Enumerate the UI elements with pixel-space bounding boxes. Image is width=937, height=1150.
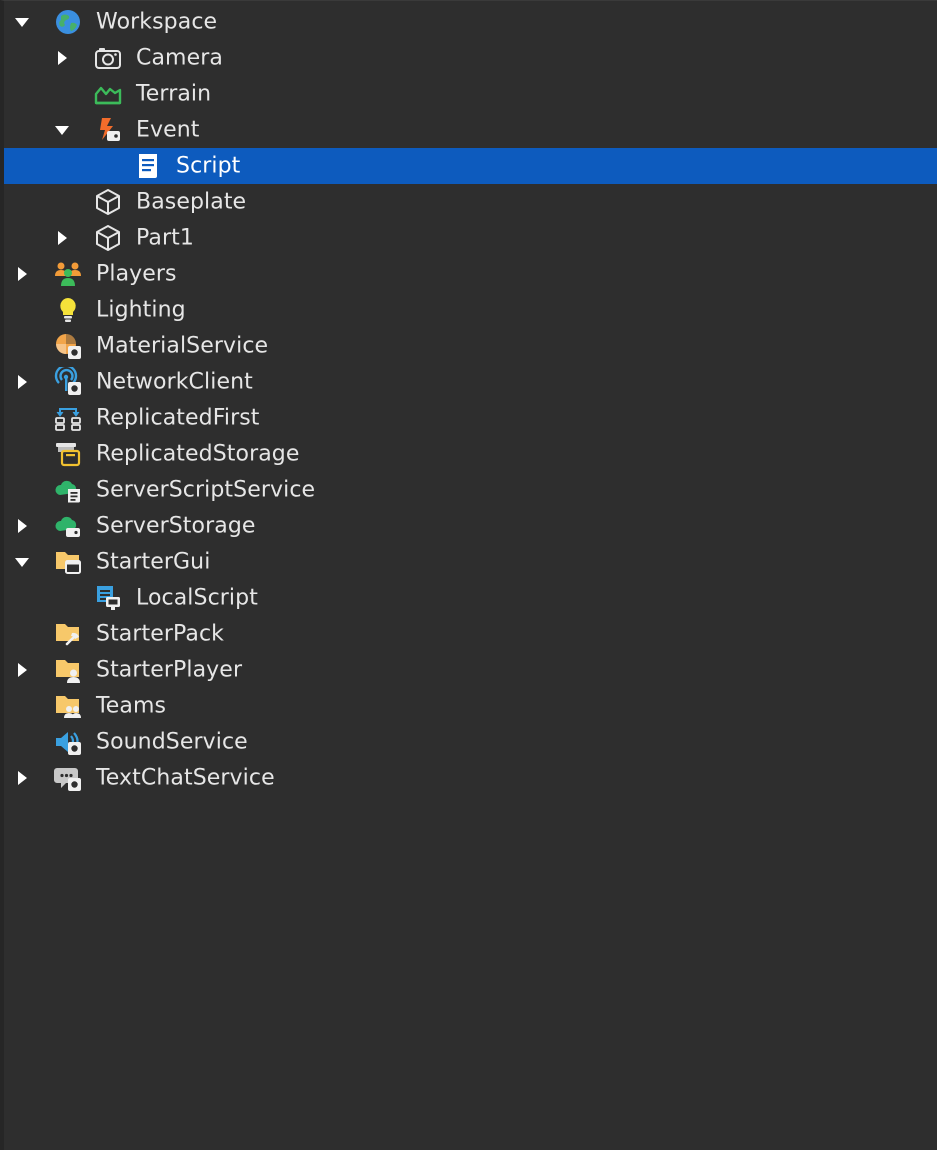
tree-item-label: Event <box>136 117 200 143</box>
tree-row-textchatservice[interactable]: TextChatService <box>4 760 937 796</box>
tree-item-label: Camera <box>136 45 223 71</box>
tree-item-label: Workspace <box>96 9 218 35</box>
tree-item-label: MaterialService <box>96 333 269 359</box>
players-icon <box>53 259 83 289</box>
tree-row-serverscriptservice[interactable]: ServerScriptService <box>4 472 937 508</box>
tree-item-label: Script <box>176 153 241 179</box>
tree-row-lighting[interactable]: Lighting <box>4 292 937 328</box>
tree-item-label: ReplicatedStorage <box>96 441 300 467</box>
terrain-icon <box>93 79 123 109</box>
tree-item-label: StarterPack <box>96 621 225 647</box>
collapse-arrow-icon[interactable] <box>10 10 34 34</box>
lightbulb-icon <box>53 295 83 325</box>
replicated-storage-icon <box>53 439 83 469</box>
tree-row-networkclient[interactable]: NetworkClient <box>4 364 937 400</box>
expand-arrow-icon[interactable] <box>10 514 34 538</box>
tree-row-baseplate[interactable]: Baseplate <box>4 184 937 220</box>
sound-service-icon <box>53 727 83 757</box>
server-script-service-icon <box>53 475 83 505</box>
tree-row-starterplayer[interactable]: StarterPlayer <box>4 652 937 688</box>
tree-row-script[interactable]: Script <box>4 148 937 184</box>
network-client-icon <box>53 367 83 397</box>
tree-row-replicatedfirst[interactable]: ReplicatedFirst <box>4 400 937 436</box>
tree-row-localscript[interactable]: LocalScript <box>4 580 937 616</box>
tree-row-workspace[interactable]: Workspace <box>4 4 937 40</box>
collapse-arrow-icon[interactable] <box>50 118 74 142</box>
starter-player-icon <box>53 655 83 685</box>
tree-item-label: Baseplate <box>136 189 247 215</box>
tree-item-label: Teams <box>96 693 167 719</box>
local-script-icon <box>93 583 123 613</box>
tree-item-label: SoundService <box>96 729 248 755</box>
tree-item-label: ServerScriptService <box>96 477 316 503</box>
tree-row-serverstorage[interactable]: ServerStorage <box>4 508 937 544</box>
tree-row-camera[interactable]: Camera <box>4 40 937 76</box>
tree-item-label: Part1 <box>136 225 194 251</box>
expand-arrow-icon[interactable] <box>10 370 34 394</box>
explorer-tree: Workspace Camera Terrain Event Script Ba… <box>0 0 937 1150</box>
tree-row-players[interactable]: Players <box>4 256 937 292</box>
tree-row-soundservice[interactable]: SoundService <box>4 724 937 760</box>
tree-item-label: StarterPlayer <box>96 657 243 683</box>
part-icon <box>93 223 123 253</box>
tree-item-label: LocalScript <box>136 585 258 611</box>
tree-row-materialservice[interactable]: MaterialService <box>4 328 937 364</box>
starter-pack-icon <box>53 619 83 649</box>
expand-arrow-icon[interactable] <box>10 766 34 790</box>
tree-item-label: Players <box>96 261 177 287</box>
script-icon <box>133 151 163 181</box>
expand-arrow-icon[interactable] <box>50 226 74 250</box>
tree-row-part1[interactable]: Part1 <box>4 220 937 256</box>
tree-row-startergui[interactable]: StarterGui <box>4 544 937 580</box>
tree-row-terrain[interactable]: Terrain <box>4 76 937 112</box>
starter-gui-icon <box>53 547 83 577</box>
camera-icon <box>93 43 123 73</box>
tree-item-label: ReplicatedFirst <box>96 405 260 431</box>
tree-item-label: ServerStorage <box>96 513 256 539</box>
tree-item-label: TextChatService <box>96 765 275 791</box>
expand-arrow-icon[interactable] <box>10 262 34 286</box>
tree-item-label: StarterGui <box>96 549 211 575</box>
tree-item-label: Lighting <box>96 297 186 323</box>
tree-row-teams[interactable]: Teams <box>4 688 937 724</box>
replicated-first-icon <box>53 403 83 433</box>
tree-row-starterpack[interactable]: StarterPack <box>4 616 937 652</box>
event-icon <box>93 115 123 145</box>
tree-item-label: Terrain <box>136 81 212 107</box>
expand-arrow-icon[interactable] <box>50 46 74 70</box>
teams-icon <box>53 691 83 721</box>
tree-row-event[interactable]: Event <box>4 112 937 148</box>
globe-icon <box>53 7 83 37</box>
material-service-icon <box>53 331 83 361</box>
text-chat-service-icon <box>53 763 83 793</box>
server-storage-icon <box>53 511 83 541</box>
part-icon <box>93 187 123 217</box>
tree-row-replicatedstorage[interactable]: ReplicatedStorage <box>4 436 937 472</box>
tree-item-label: NetworkClient <box>96 369 253 395</box>
expand-arrow-icon[interactable] <box>10 658 34 682</box>
collapse-arrow-icon[interactable] <box>10 550 34 574</box>
